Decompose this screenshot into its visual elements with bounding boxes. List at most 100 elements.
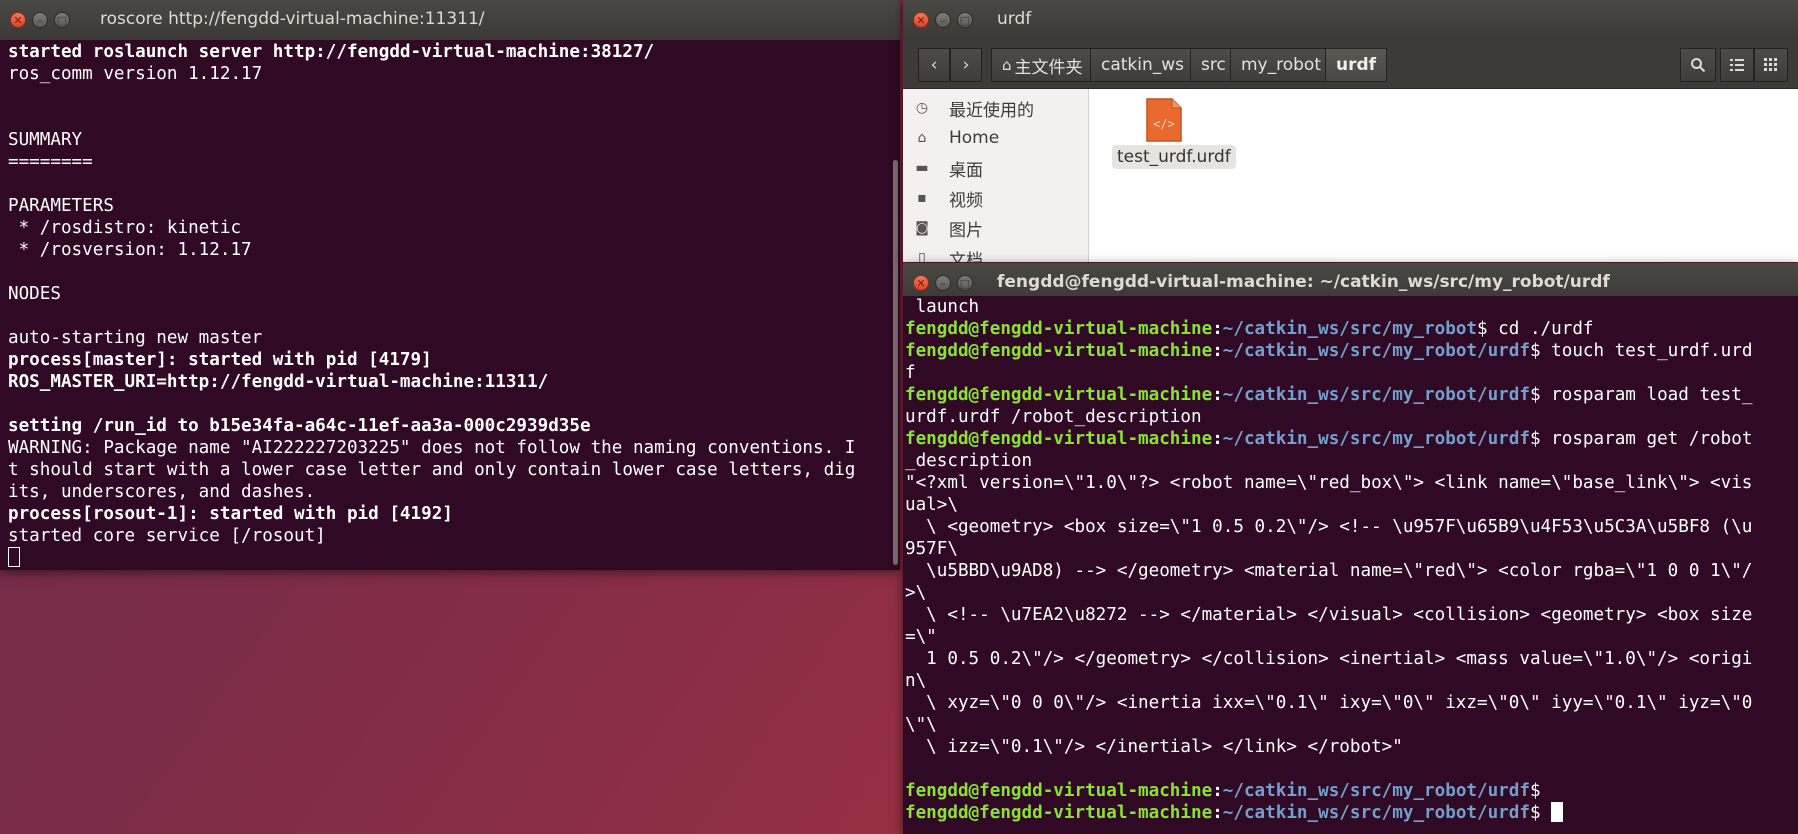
terminal-line: >\ [905, 583, 927, 603]
prompt-command: $ rosparam load test_ [1529, 385, 1753, 405]
home-icon: ⌂ [917, 130, 927, 146]
clock-icon: ◷ [915, 100, 929, 116]
chevron-right-icon: › [962, 55, 970, 75]
prompt-separator: : [1212, 429, 1223, 449]
terminal-cursor-line [8, 547, 900, 569]
breadcrumb-my-robot[interactable]: my_robot [1230, 48, 1332, 82]
sidebar-item-recent[interactable]: ◷ 最近使用的 [903, 93, 1088, 123]
window-title: roscore http://fengdd-virtual-machine:11… [100, 9, 485, 29]
document-icon: ▯ [918, 250, 926, 262]
roscore-terminal-window[interactable]: ✕ – □ roscore http://fengdd-virtual-mach… [0, 0, 900, 570]
breadcrumb-catkin-ws[interactable]: catkin_ws [1090, 48, 1196, 82]
file-item[interactable]: </> test_urdf.urdf [1089, 89, 1289, 179]
sidebar-item-desktop[interactable]: ▬ 桌面 [903, 153, 1088, 183]
terminal-line: 1 0.5 0.2\"/> </geometry> </collision> <… [905, 649, 1753, 669]
sidebar-item-videos[interactable]: ▪ 视频 [903, 183, 1088, 213]
sidebar-item-label: Home [949, 128, 1000, 148]
breadcrumb-label: src [1201, 55, 1226, 75]
search-button[interactable] [1680, 48, 1716, 82]
terminal-line: process[rosout-1]: started with pid [419… [8, 504, 453, 524]
terminal-line: urdf.urdf /robot_description [905, 407, 1202, 427]
window-title: urdf [997, 9, 1032, 29]
sidebar-item-pictures[interactable]: ◙ 图片 [903, 213, 1088, 243]
prompt-user: fengdd@fengdd-virtual-machine [905, 341, 1213, 361]
minimize-icon[interactable]: – [32, 12, 48, 28]
prompt-separator: : [1212, 385, 1223, 405]
maximize-icon[interactable]: □ [54, 12, 70, 28]
file-name: test_urdf.urdf [1112, 145, 1236, 169]
prompt-command: $ rosparam get /robot [1529, 429, 1753, 449]
scrollbar[interactable] [893, 160, 898, 565]
sidebar-item-documents[interactable]: ▯ 文档 [903, 243, 1088, 262]
file-manager-toolbar: ‹ › ⌂ 主文件夹 catkin_ws src my_robot urdf [903, 40, 1798, 89]
terminal-line: process[master]: started with pid [4179] [8, 350, 432, 370]
prompt-line: fengdd@fengdd-virtual-machine:~/catkin_w… [905, 318, 1798, 340]
camera-icon: ◙ [915, 220, 929, 236]
terminal-line: PARAMETERS [8, 196, 114, 216]
roscore-terminal-output[interactable]: started roslaunch server http://fengdd-v… [0, 40, 900, 570]
close-icon[interactable]: ✕ [10, 12, 26, 28]
breadcrumb-home[interactable]: ⌂ 主文件夹 [991, 48, 1094, 82]
back-button[interactable]: ‹ [918, 48, 950, 82]
file-manager-window[interactable]: ✕ – □ urdf ‹ › ⌂ 主文件夹 catkin_ws src my_r… [903, 0, 1798, 262]
prompt-line: fengdd@fengdd-virtual-machine:~/catkin_w… [905, 340, 1798, 362]
terminal-line: started roslaunch server http://fengdd-v… [8, 42, 655, 62]
folder-icon: ▬ [915, 160, 929, 176]
prompt-path: ~/catkin_ws/src/my_robot/urdf [1222, 781, 1530, 801]
close-icon[interactable]: ✕ [913, 12, 929, 28]
terminal-line: NODES [8, 284, 61, 304]
window-title: fengdd@fengdd-virtual-machine: ~/catkin_… [997, 272, 1610, 292]
minimize-icon[interactable]: – [935, 12, 951, 28]
prompt-command: $ touch test_urdf.urd [1529, 341, 1753, 361]
prompt-user: fengdd@fengdd-virtual-machine [905, 803, 1213, 823]
file-manager-sidebar: ◷ 最近使用的 ⌂ Home ▬ 桌面 ▪ 视频 ◙ 图片 ▯ 文档 [903, 89, 1089, 262]
breadcrumb-urdf[interactable]: urdf [1325, 48, 1388, 82]
terminal-window[interactable]: ✕ – □ fengdd@fengdd-virtual-machine: ~/c… [903, 263, 1798, 834]
minimize-icon[interactable]: – [935, 275, 951, 291]
prompt-separator: : [1212, 781, 1223, 801]
prompt-line: fengdd@fengdd-virtual-machine:~/catkin_w… [905, 428, 1798, 450]
terminal-line: \ <geometry> <box size=\"1 0.5 0.2\"/> <… [905, 517, 1753, 537]
file-view[interactable]: </> test_urdf.urdf [1089, 89, 1798, 262]
list-view-button[interactable] [1720, 48, 1754, 82]
prompt-path: ~/catkin_ws/src/my_robot [1222, 319, 1477, 339]
breadcrumb-label: my_robot [1241, 55, 1321, 75]
terminal-line: * /rosdistro: kinetic [8, 218, 242, 238]
code-file-icon: </> [1146, 98, 1182, 142]
sidebar-item-label: 文档 [949, 250, 983, 263]
prompt-user: fengdd@fengdd-virtual-machine [905, 385, 1213, 405]
terminal-line: f [905, 363, 916, 383]
roscore-titlebar[interactable]: ✕ – □ roscore http://fengdd-virtual-mach… [0, 0, 900, 40]
terminal-output[interactable]: launch fengdd@fengdd-virtual-machine:~/ca… [903, 296, 1798, 834]
breadcrumb-label: urdf [1336, 55, 1377, 75]
maximize-icon[interactable]: □ [957, 275, 973, 291]
terminal-line: \"\ [905, 715, 937, 735]
grid-view-button[interactable] [1754, 48, 1788, 82]
sidebar-item-home[interactable]: ⌂ Home [903, 123, 1088, 153]
breadcrumb-label: 主文件夹 [1014, 57, 1083, 78]
terminal-line: \ <!-- \u7EA2\u8272 --> </material> </vi… [905, 605, 1753, 625]
prompt-path: ~/catkin_ws/src/my_robot/urdf [1222, 341, 1530, 361]
list-icon [1730, 59, 1744, 71]
prompt-user: fengdd@fengdd-virtual-machine [905, 319, 1213, 339]
prompt-separator: : [1212, 319, 1223, 339]
text-cursor [1551, 802, 1564, 822]
terminal-line: 957F\ [905, 539, 958, 559]
terminal-line: started core service [/rosout] [8, 526, 326, 546]
prompt-path: ~/catkin_ws/src/my_robot/urdf [1222, 385, 1530, 405]
forward-button[interactable]: › [950, 48, 982, 82]
terminal-line: \u5BBD\u9AD8) --> </geometry> <material … [905, 561, 1753, 581]
terminal-line: "<?xml version=\"1.0\"?> <robot name=\"r… [905, 473, 1753, 493]
prompt-line: fengdd@fengdd-virtual-machine:~/catkin_w… [905, 802, 1798, 824]
terminal-line: ROS_MASTER_URI=http://fengdd-virtual-mac… [8, 372, 549, 392]
file-manager-titlebar[interactable]: ✕ – □ urdf [903, 0, 1798, 40]
terminal-line: =\" [905, 627, 937, 647]
sidebar-item-label: 桌面 [949, 160, 983, 181]
close-icon[interactable]: ✕ [913, 275, 929, 291]
maximize-icon[interactable]: □ [957, 12, 973, 28]
